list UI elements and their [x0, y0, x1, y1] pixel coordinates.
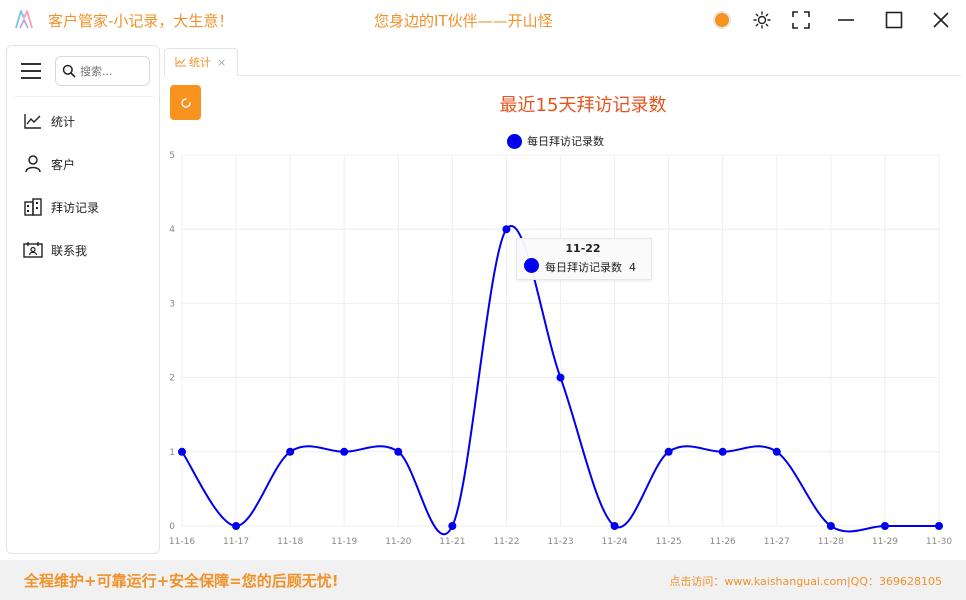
x-tick-label: 11-21 [439, 537, 465, 547]
chart-title: 最近15天拜访记录数 [499, 95, 667, 116]
sidebar-item-label: 联系我 [51, 243, 88, 258]
data-point[interactable] [880, 522, 889, 530]
contact-card-icon [23, 240, 43, 260]
x-tick-label: 11-25 [656, 537, 682, 547]
data-point[interactable] [610, 522, 619, 530]
search-box[interactable] [55, 56, 150, 86]
tab-label: 统计 [189, 56, 211, 69]
hamburger-icon [21, 63, 41, 65]
x-tick-label: 11-23 [547, 537, 573, 547]
search-icon [62, 64, 76, 78]
footer-slogan: 全程维护+可靠运行+安全保障=您的后顾无忧! [24, 572, 339, 590]
tab-close-icon[interactable]: × [217, 56, 226, 69]
data-point[interactable] [556, 373, 565, 382]
y-tick-label: 0 [169, 522, 175, 532]
x-tick-label: 11-19 [331, 537, 357, 547]
app-slogan: 您身边的IT伙伴——开山怪 [374, 12, 553, 30]
title-bar: 客户管家-小记录，大生意！ 您身边的IT伙伴——开山怪 [0, 0, 966, 40]
theme-color-icon [713, 11, 731, 29]
data-point[interactable] [502, 225, 511, 234]
building-icon [23, 197, 43, 217]
data-point[interactable] [286, 447, 295, 456]
data-point[interactable] [340, 447, 349, 456]
close-icon [933, 12, 949, 28]
sidebar-item-customers[interactable]: 客户 [23, 153, 75, 175]
refresh-button[interactable] [170, 85, 201, 120]
hamburger-icon-line [21, 70, 41, 72]
footer: 全程维护+可靠运行+安全保障=您的后顾无忧! 点击访问：www.kaishang… [0, 560, 966, 600]
x-tick-label: 11-22 [493, 537, 519, 547]
x-tick-label: 11-30 [926, 537, 952, 547]
fullscreen-button[interactable] [789, 8, 813, 32]
data-point[interactable] [826, 522, 835, 530]
refresh-icon [180, 97, 191, 108]
tooltip-series-name: 每日拜访记录数 [545, 261, 622, 274]
y-tick-label: 5 [169, 151, 175, 161]
sidebar-item-label: 拜访记录 [51, 200, 100, 215]
data-point[interactable] [232, 522, 241, 530]
tab-bar: 统计 × [164, 45, 961, 76]
data-point[interactable] [178, 447, 186, 456]
menu-toggle-button[interactable] [21, 63, 41, 79]
sidebar-item-label: 统计 [51, 114, 76, 129]
y-tick-label: 1 [169, 448, 175, 458]
tooltip-marker [524, 258, 539, 273]
line-chart-icon [23, 111, 43, 131]
line-chart-icon [175, 57, 186, 67]
tooltip-row: 每日拜访记录数 4 [545, 259, 636, 275]
tooltip-title: 11-22 [565, 242, 601, 255]
search-input[interactable] [80, 64, 140, 78]
x-tick-label: 11-28 [818, 537, 844, 547]
x-tick-label: 11-24 [601, 537, 627, 547]
data-point[interactable] [772, 447, 781, 456]
brightness-button[interactable] [750, 8, 774, 32]
sun-icon [753, 11, 771, 29]
sidebar-divider [15, 96, 153, 97]
data-point[interactable] [664, 447, 673, 456]
x-tick-label: 11-26 [710, 537, 736, 547]
x-tick-label: 11-18 [277, 537, 303, 547]
y-tick-label: 2 [169, 374, 175, 384]
sidebar-item-visits[interactable]: 拜访记录 [23, 196, 99, 218]
sidebar: 统计 客户 拜访记录 联系我 [6, 45, 160, 554]
sidebar-item-contact[interactable]: 联系我 [23, 239, 87, 261]
maximize-icon [885, 11, 903, 29]
maximize-button[interactable] [882, 8, 906, 32]
data-point[interactable] [718, 447, 727, 456]
data-point[interactable] [935, 522, 943, 530]
x-tick-label: 11-16 [169, 537, 195, 547]
hamburger-icon-line [21, 77, 41, 79]
tab-stats[interactable]: 统计 × [164, 48, 238, 76]
footer-website-link[interactable]: 点击访问：www.kaishanguai.com|QQ：369628105 [669, 573, 942, 589]
line-chart[interactable]: 0 1 2 3 4 5 11-16 11-17 11-18 11-19 11-20 11-21 11-2… [160, 140, 966, 560]
tooltip-value: 4 [629, 261, 636, 274]
fullscreen-icon [792, 11, 810, 29]
data-point[interactable] [448, 522, 457, 530]
close-button[interactable] [929, 8, 953, 32]
app-logo-icon [15, 10, 33, 29]
minimize-icon [838, 19, 854, 21]
data-point[interactable] [394, 447, 403, 456]
y-tick-label: 3 [169, 299, 175, 309]
x-tick-label: 11-20 [385, 537, 411, 547]
sidebar-item-label: 客户 [51, 157, 76, 172]
x-tick-label: 11-29 [872, 537, 898, 547]
theme-color-button[interactable] [710, 8, 734, 32]
app-title: 客户管家-小记录，大生意！ [48, 12, 234, 30]
sidebar-item-stats[interactable]: 统计 [23, 110, 75, 132]
user-icon [23, 154, 43, 174]
chart-tooltip: 11-22 每日拜访记录数 4 [516, 238, 652, 280]
x-tick-label: 11-17 [223, 537, 249, 547]
minimize-button[interactable] [834, 8, 858, 32]
x-tick-label: 11-27 [764, 537, 790, 547]
y-tick-label: 4 [169, 225, 175, 235]
